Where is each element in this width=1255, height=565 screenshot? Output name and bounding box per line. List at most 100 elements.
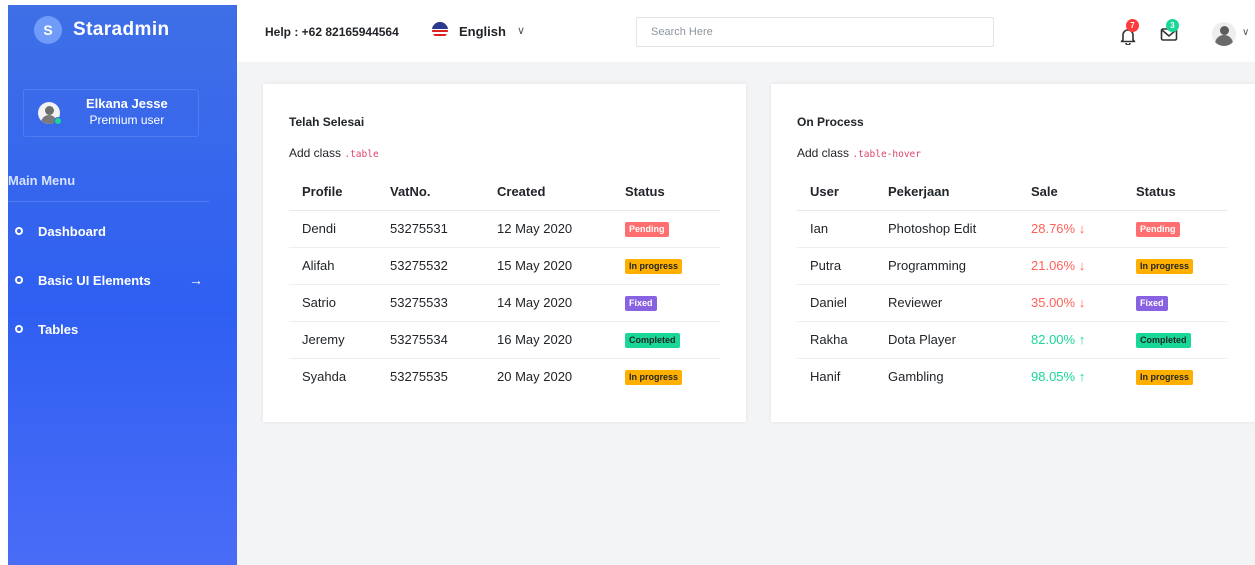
sale-value: 98.05% bbox=[1031, 369, 1076, 385]
user-cell: Hanif bbox=[810, 369, 841, 385]
menu-divider bbox=[8, 201, 209, 202]
profile-cell: Dendi bbox=[289, 210, 377, 248]
sidebar-item-basic-ui-elements[interactable]: Basic UI Elements → bbox=[15, 268, 211, 292]
status-cell: In progress bbox=[612, 358, 720, 395]
card-on-process: On Process Add class .table-hover User P… bbox=[771, 84, 1255, 422]
circle-icon bbox=[15, 325, 23, 333]
job-cell: Gambling bbox=[888, 369, 944, 385]
user-cell: Rakha bbox=[797, 321, 875, 359]
sidebar-item-dashboard[interactable]: Dashboard bbox=[15, 219, 211, 243]
card-title: On Process bbox=[797, 115, 864, 129]
sidebar-item-label: Tables bbox=[38, 321, 79, 337]
circle-icon bbox=[15, 276, 23, 284]
status-badge: Fixed bbox=[1136, 296, 1168, 311]
arrow-up-icon: ↑ bbox=[1078, 369, 1086, 385]
card-desc-code: .table-hover bbox=[852, 149, 921, 160]
chevron-down-icon[interactable]: ∨ bbox=[517, 24, 525, 37]
column-header: Status bbox=[1123, 174, 1227, 211]
table-row[interactable]: Ian Photoshop Edit 28.76% ↓ Pending bbox=[797, 210, 1227, 248]
arrow-right-icon: → bbox=[189, 272, 203, 288]
user-profile-card[interactable]: Elkana Jesse Premium user bbox=[23, 89, 199, 137]
table-row[interactable]: Daniel Reviewer 35.00% ↓ Fixed bbox=[797, 284, 1227, 322]
status-cell: Fixed bbox=[612, 284, 720, 322]
search-input[interactable] bbox=[636, 17, 994, 47]
status-badge: In progress bbox=[625, 259, 683, 274]
avatar-head bbox=[45, 106, 54, 115]
avatar bbox=[38, 102, 62, 125]
chevron-down-icon[interactable]: ∨ bbox=[1242, 27, 1249, 38]
sale-value: 35.00% bbox=[1031, 295, 1076, 310]
arrow-down-icon: ↓ bbox=[1078, 221, 1086, 236]
status-badge: Pending bbox=[625, 222, 669, 237]
user-avatar[interactable] bbox=[1212, 22, 1236, 46]
column-header: Pekerjaan bbox=[875, 174, 1018, 211]
language-selector[interactable]: English bbox=[459, 24, 506, 39]
status-badge: In progress bbox=[1136, 370, 1194, 386]
status-cell: Fixed bbox=[1123, 284, 1227, 322]
profile-cell: Satrio bbox=[289, 284, 377, 322]
message-count-badge: 3 bbox=[1166, 19, 1179, 32]
created-cell: 15 May 2020 bbox=[484, 247, 612, 285]
sale-cell: 21.06% ↓ bbox=[1018, 247, 1123, 285]
us-flag-icon bbox=[432, 22, 448, 38]
status-cell: Pending bbox=[1123, 210, 1227, 248]
status-badge: Completed bbox=[625, 333, 680, 348]
sidebar-item-label: Dashboard bbox=[38, 223, 106, 239]
job-cell: Dota Player bbox=[875, 321, 1018, 359]
card-desc-code: .table bbox=[344, 149, 379, 160]
status-cell: Completed bbox=[612, 321, 720, 359]
notification-count-badge: 7 bbox=[1126, 19, 1139, 32]
status-cell: In progress bbox=[1123, 358, 1227, 395]
menu-title: Main Menu bbox=[8, 173, 76, 188]
sale-cell: 98.05% ↑ bbox=[1018, 358, 1123, 395]
status-badge: In progress bbox=[625, 370, 683, 386]
created-cell: 20 May 2020 bbox=[497, 369, 573, 385]
column-header: VatNo. bbox=[377, 174, 484, 211]
card-title: Telah Selesai bbox=[289, 115, 365, 129]
circle-icon bbox=[15, 227, 23, 235]
brand-name: Staradmin bbox=[73, 19, 170, 40]
notifications-button[interactable]: 7 bbox=[1117, 19, 1143, 47]
card-desc-prefix: Add class bbox=[797, 146, 853, 160]
column-header: User bbox=[797, 174, 875, 211]
table-row[interactable]: Rakha Dota Player 82.00% ↑ Completed bbox=[797, 321, 1227, 359]
job-cell: Photoshop Edit bbox=[875, 210, 1018, 248]
top-navbar: Help : +62 82165944564 English ∨ 7 3 ∨ bbox=[237, 5, 1255, 62]
sale-cell: 28.76% ↓ bbox=[1018, 210, 1123, 248]
created-cell: 12 May 2020 bbox=[484, 210, 612, 248]
status-badge: Pending bbox=[1136, 222, 1180, 237]
job-cell: Reviewer bbox=[875, 284, 1018, 322]
avatar-head bbox=[1220, 26, 1229, 35]
sidebar-item-label: Basic UI Elements bbox=[38, 272, 151, 288]
messages-button[interactable]: 3 bbox=[1157, 19, 1183, 47]
status-cell: In progress bbox=[1123, 247, 1227, 285]
sale-value: 21.06% bbox=[1031, 258, 1076, 273]
vat-cell: 53275534 bbox=[377, 321, 484, 359]
table-row[interactable]: Putra Programming 21.06% ↓ In progress bbox=[797, 247, 1227, 285]
help-phone: Help : +62 82165944564 bbox=[265, 25, 399, 39]
table-row[interactable]: Hanif Gambling 98.05% ↑ In progress bbox=[797, 358, 1227, 395]
vat-cell: 53275533 bbox=[377, 284, 484, 322]
profile-cell: Jeremy bbox=[289, 321, 377, 359]
table-row: Satrio 53275533 14 May 2020 Fixed bbox=[289, 284, 720, 322]
column-header: Sale bbox=[1018, 174, 1123, 211]
table-header-row: User Pekerjaan Sale Status bbox=[797, 174, 1227, 211]
status-badge: Completed bbox=[1136, 333, 1191, 348]
created-cell: 16 May 2020 bbox=[484, 321, 612, 359]
profile-text: Elkana Jesse Premium user bbox=[86, 96, 168, 127]
sale-value: 82.00% bbox=[1031, 332, 1076, 347]
brand-logo: S bbox=[34, 16, 62, 44]
sidebar-item-tables[interactable]: Tables bbox=[15, 317, 211, 341]
column-header: Profile bbox=[289, 174, 377, 211]
table-row: Dendi 53275531 12 May 2020 Pending bbox=[289, 210, 720, 248]
avatar-body bbox=[1215, 35, 1233, 46]
table-row: Alifah 53275532 15 May 2020 In progress bbox=[289, 247, 720, 285]
table-header-row: Profile VatNo. Created Status bbox=[289, 174, 720, 211]
user-cell: Ian bbox=[797, 210, 875, 248]
on-process-table: User Pekerjaan Sale Status Ian Photoshop… bbox=[797, 174, 1227, 395]
vat-cell: 53275532 bbox=[377, 247, 484, 285]
completed-table: Profile VatNo. Created Status Dendi 5327… bbox=[289, 174, 720, 395]
brand[interactable]: S Staradmin bbox=[8, 5, 237, 55]
user-cell: Putra bbox=[797, 247, 875, 285]
status-cell: Pending bbox=[612, 210, 720, 248]
